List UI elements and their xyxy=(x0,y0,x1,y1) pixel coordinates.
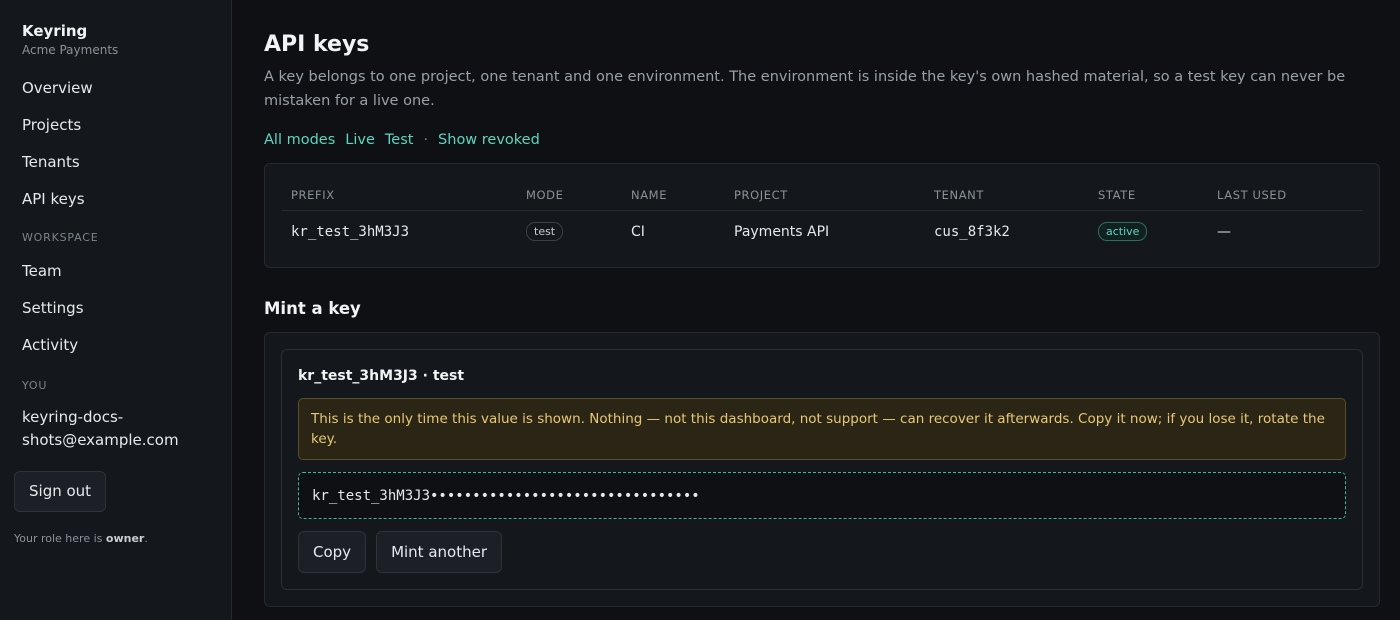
role-note: Your role here is owner. xyxy=(14,532,217,545)
key-tenant: cus_8f3k2 xyxy=(934,223,1010,240)
mode-cell: test xyxy=(516,211,621,252)
filter-test[interactable]: Test xyxy=(385,132,414,148)
table-header-row: PREFIX MODE NAME PROJECT TENANT STATE LA… xyxy=(281,179,1363,211)
col-tenant: TENANT xyxy=(924,179,1088,211)
col-last-used: LAST USED xyxy=(1207,179,1363,211)
keys-table: PREFIX MODE NAME PROJECT TENANT STATE LA… xyxy=(281,179,1363,251)
col-prefix: PREFIX xyxy=(281,179,516,211)
nav-overview[interactable]: Overview xyxy=(14,73,217,110)
col-project: PROJECT xyxy=(724,179,924,211)
table-row[interactable]: kr_test_3hM3J3 test CI Payments API cus_… xyxy=(281,211,1363,252)
filter-all-modes[interactable]: All modes xyxy=(264,132,335,148)
section-label-you: YOU xyxy=(22,379,48,392)
org-name: Acme Payments xyxy=(22,43,119,57)
col-mode: MODE xyxy=(516,179,621,211)
mint-another-button[interactable]: Mint another xyxy=(376,531,502,573)
one-time-warning: This is the only time this value is show… xyxy=(298,398,1346,460)
nav-settings[interactable]: Settings xyxy=(14,293,217,330)
minted-key-heading: kr_test_3hM3J3 · test xyxy=(298,368,465,384)
col-name: NAME xyxy=(621,179,724,211)
filter-bar: All modes Live Test · Show revoked xyxy=(264,132,1380,148)
filter-separator: · xyxy=(423,132,429,148)
primary-nav: Overview Projects Tenants API keys WORKS… xyxy=(14,73,217,452)
sidebar: Keyring Acme Payments Overview Projects … xyxy=(0,0,232,620)
copy-button[interactable]: Copy xyxy=(298,531,367,573)
keys-table-card: PREFIX MODE NAME PROJECT TENANT STATE LA… xyxy=(264,163,1380,268)
key-last-used: — xyxy=(1217,223,1231,240)
key-prefix[interactable]: kr_test_3hM3J3 xyxy=(281,211,516,252)
main-content: API keys A key belongs to one project, o… xyxy=(232,0,1400,620)
secret-key-field[interactable]: kr_test_3hM3J3••••••••••••••••••••••••••… xyxy=(298,472,1346,519)
app-root: Keyring Acme Payments Overview Projects … xyxy=(0,0,1400,620)
nav-activity[interactable]: Activity xyxy=(14,330,217,367)
col-state: STATE xyxy=(1088,179,1207,211)
role-value: owner xyxy=(105,532,145,545)
nav-projects[interactable]: Projects xyxy=(14,110,217,147)
state-cell: active xyxy=(1088,211,1207,252)
nav-api-keys[interactable]: API keys xyxy=(14,184,217,221)
mint-card: kr_test_3hM3J3 · test This is the only t… xyxy=(264,332,1380,607)
key-name: CI xyxy=(631,223,645,240)
key-project: Payments API xyxy=(734,223,830,240)
page-title: API keys xyxy=(264,32,370,57)
role-prefix: Your role here is xyxy=(14,532,106,545)
mint-actions: Copy Mint another xyxy=(298,531,1346,573)
page-description: A key belongs to one project, one tenant… xyxy=(264,69,1346,109)
section-label-workspace: WORKSPACE xyxy=(22,231,99,244)
app-name: Keyring xyxy=(22,22,88,40)
status-badge: active xyxy=(1098,222,1148,241)
mint-section-title: Mint a key xyxy=(264,299,361,318)
nav-team[interactable]: Team xyxy=(14,256,217,293)
filter-show-revoked[interactable]: Show revoked xyxy=(438,132,540,148)
user-email: keyring-docs-shots@example.com xyxy=(22,408,179,449)
role-suffix: . xyxy=(144,532,148,545)
nav-tenants[interactable]: Tenants xyxy=(14,147,217,184)
sign-out-button[interactable]: Sign out xyxy=(14,471,107,512)
mode-badge: test xyxy=(526,222,564,241)
filter-live[interactable]: Live xyxy=(345,132,375,148)
minted-key-panel: kr_test_3hM3J3 · test This is the only t… xyxy=(281,349,1363,590)
